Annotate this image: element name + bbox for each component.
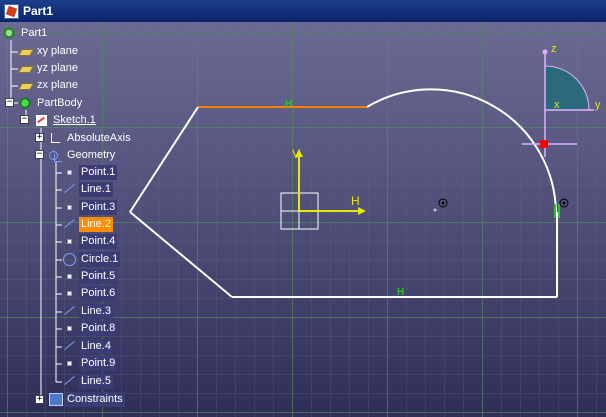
tree-node-label: xy plane <box>37 44 78 57</box>
point-icon <box>62 165 76 179</box>
tree-node-constraints[interactable]: Constraints <box>48 391 125 407</box>
circle-icon <box>62 252 76 266</box>
expander-absolute-axis[interactable]: + <box>35 133 44 142</box>
tree-node-zx-plane[interactable]: zx plane <box>18 77 80 93</box>
h-axis-label: H <box>351 194 360 208</box>
point-icon <box>62 286 76 300</box>
expander-constraints[interactable]: + <box>35 395 44 404</box>
plane-icon <box>18 44 32 58</box>
tree-node-label: Point.6 <box>79 285 118 301</box>
tree-node-xy-plane[interactable]: xy plane <box>18 43 80 59</box>
tree-node-label: Point.4 <box>79 233 118 249</box>
point-icon <box>62 269 76 283</box>
tree-node-sketch-1[interactable]: Sketch.1 <box>34 112 98 128</box>
catia-window: Part1 V H H H z x y Part1 xy plane yz pl… <box>0 0 606 417</box>
tree-node-point-9[interactable]: Point.9 <box>62 355 118 371</box>
body-icon <box>18 96 32 110</box>
tree-node-point-5[interactable]: Point.5 <box>62 268 118 284</box>
tree-node-part1[interactable]: Part1 <box>2 25 49 41</box>
axis-icon <box>48 131 62 145</box>
tree-node-label: AbsoluteAxis <box>67 131 131 144</box>
tree-node-label: Point.9 <box>79 355 118 371</box>
compass-top-dot <box>542 49 548 55</box>
horizontal-constraint-top[interactable]: H <box>285 99 292 110</box>
tree-node-label: yz plane <box>37 61 78 74</box>
plane-icon <box>18 61 32 75</box>
line-icon <box>62 182 76 196</box>
tree-node-label: Sketch.1 <box>53 113 96 126</box>
tree-node-label: Line.4 <box>79 338 113 354</box>
line-icon <box>62 304 76 318</box>
compass[interactable]: z x y <box>522 43 601 157</box>
tangency-constraint-icon[interactable] <box>559 198 569 208</box>
geometry-icon <box>48 148 62 162</box>
tree-node-label: Point.5 <box>79 268 118 284</box>
tree-node-point-6[interactable]: Point.6 <box>62 285 118 301</box>
app-icon <box>4 3 19 19</box>
tree-node-label: Point.8 <box>79 320 118 336</box>
point-icon <box>62 234 76 248</box>
tree-node-label: Point.3 <box>79 199 118 215</box>
3d-viewport[interactable]: V H H H z x y Part1 xy plane yz plane zx… <box>0 22 606 417</box>
tree-node-label: zx plane <box>37 78 78 91</box>
tree-node-yz-plane[interactable]: yz plane <box>18 60 80 76</box>
tree-node-line-1[interactable]: Line.1 <box>62 181 113 197</box>
tree-node-geometry[interactable]: Geometry <box>48 147 117 163</box>
tree-node-point-8[interactable]: Point.8 <box>62 320 118 336</box>
compass-x-label: x <box>554 99 560 111</box>
tree-node-label: Point.1 <box>79 164 118 180</box>
line-icon <box>62 217 76 231</box>
tree-node-label: Line.3 <box>79 303 113 319</box>
title-bar[interactable]: Part1 <box>0 0 606 22</box>
circle-center-point[interactable] <box>433 208 437 212</box>
point-icon <box>62 200 76 214</box>
tree-node-line-4[interactable]: Line.4 <box>62 338 113 354</box>
horizontal-constraint-bottom[interactable]: H <box>397 287 404 298</box>
tree-node-label-selected: Line.2 <box>79 216 113 232</box>
tree-node-label: Line.5 <box>79 373 113 389</box>
point-icon <box>62 356 76 370</box>
tree-node-label: Constraints <box>65 391 125 407</box>
profile-arc[interactable] <box>366 88 557 213</box>
tree-node-label: PartBody <box>37 96 83 109</box>
tree-node-point-1[interactable]: Point.1 <box>62 164 118 180</box>
compass-y-label: y <box>595 99 601 111</box>
constraints-icon <box>48 392 63 406</box>
expander-sketch[interactable]: − <box>20 115 29 124</box>
sketch-absolute-axis: V H <box>280 147 366 230</box>
tree-node-point-3[interactable]: Point.3 <box>62 199 118 215</box>
compass-z-label: z <box>551 43 557 55</box>
line-icon <box>62 339 76 353</box>
tree-node-absolute-axis[interactable]: AbsoluteAxis <box>48 130 133 146</box>
h-axis-arrow <box>358 207 366 215</box>
sketch-icon <box>34 113 48 127</box>
point-icon <box>62 321 76 335</box>
window-title: Part1 <box>23 4 54 18</box>
expander-partbody[interactable]: − <box>5 98 14 107</box>
concentric-constraint-icon[interactable] <box>438 198 448 208</box>
tree-node-point-4[interactable]: Point.4 <box>62 233 118 249</box>
tree-node-label: Geometry <box>67 148 116 161</box>
tree-node-label: Circle.1 <box>79 251 121 267</box>
tree-node-label: Part1 <box>21 26 48 39</box>
tree-node-label: Line.1 <box>79 181 113 197</box>
tree-node-line-2[interactable]: Line.2 <box>62 216 113 232</box>
specification-tree: Part1 xy plane yz plane zx plane − PartB… <box>0 22 200 417</box>
tree-node-partbody[interactable]: PartBody <box>18 95 84 111</box>
line-icon <box>62 374 76 388</box>
tree-node-line-3[interactable]: Line.3 <box>62 303 113 319</box>
tree-node-circle-1[interactable]: Circle.1 <box>62 251 121 267</box>
expander-geometry[interactable]: − <box>35 150 44 159</box>
compass-origin-point <box>540 140 548 148</box>
tree-node-line-5[interactable]: Line.5 <box>62 373 113 389</box>
plane-icon <box>18 78 32 92</box>
part-gear-icon <box>2 26 16 40</box>
compass-quarter-disc <box>544 65 590 111</box>
v-axis-label: V <box>292 147 300 161</box>
